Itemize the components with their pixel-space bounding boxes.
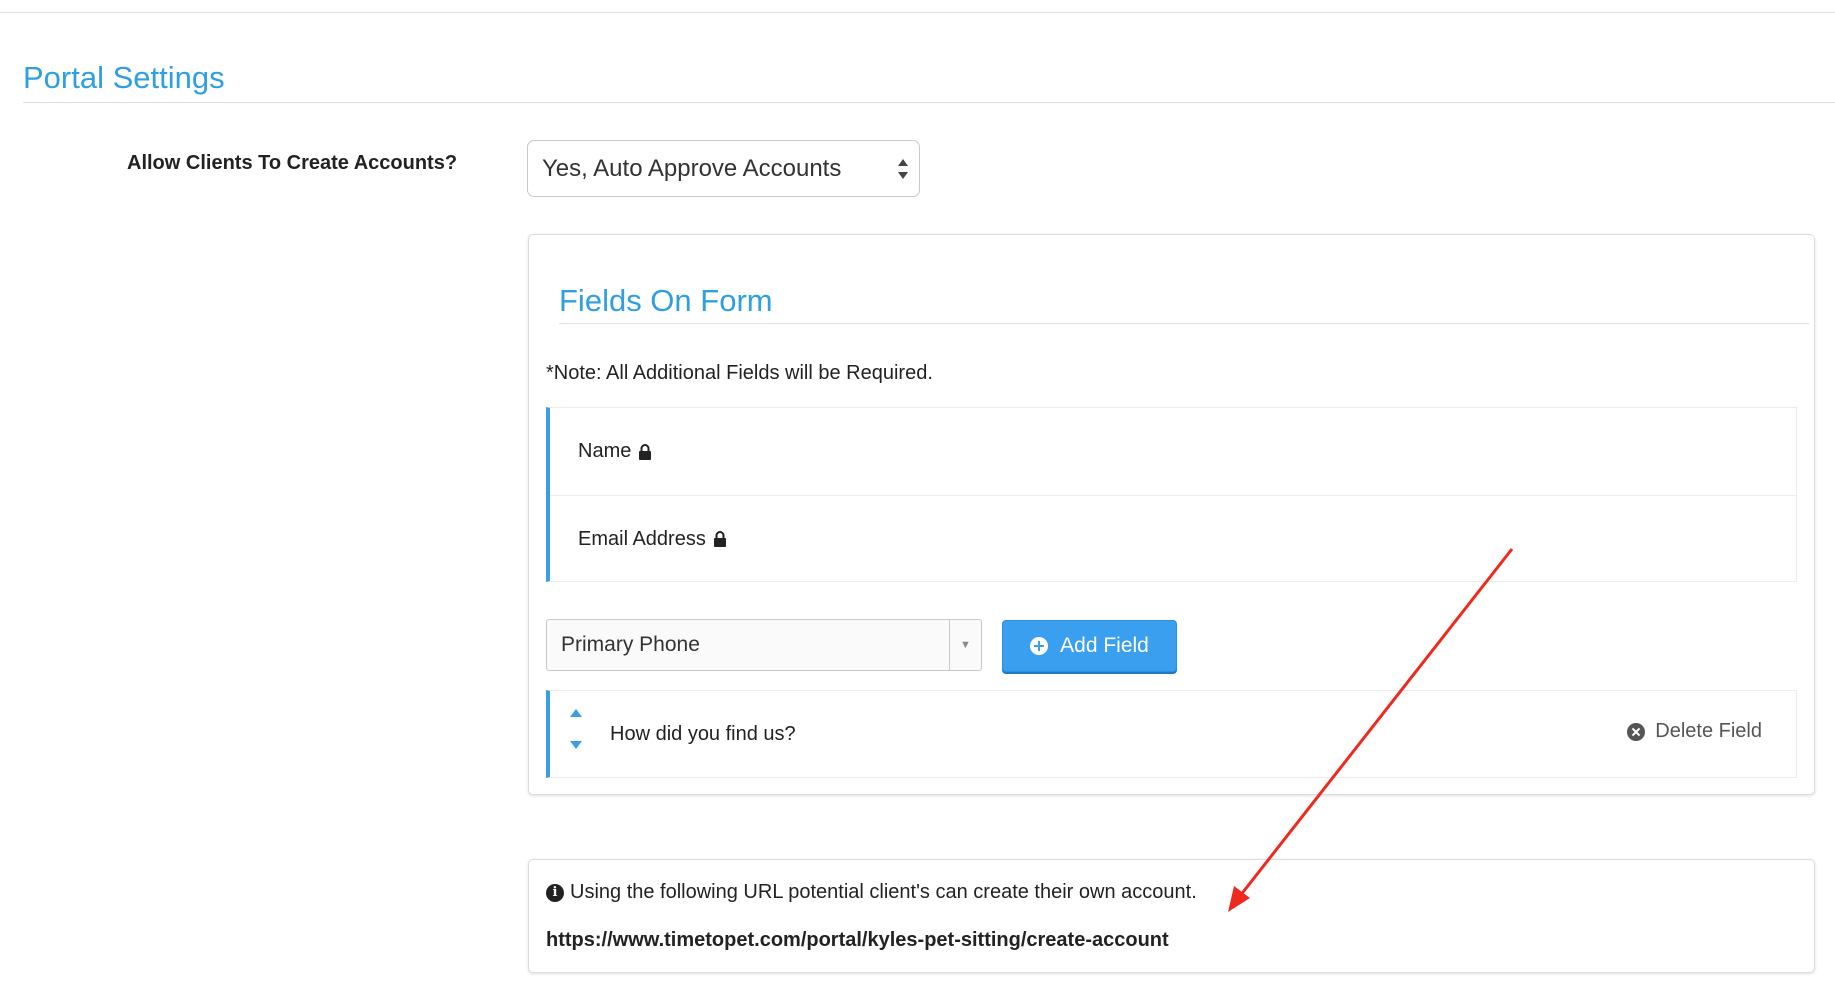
portal-url-panel: i Using the following URL potential clie… [528, 859, 1815, 973]
lock-icon [639, 443, 652, 460]
times-circle-icon [1627, 722, 1646, 741]
top-divider [0, 12, 1835, 13]
required-note: *Note: All Additional Fields will be Req… [546, 362, 933, 384]
locked-field-label: Email Address [578, 527, 706, 550]
info-circle-icon: i [546, 883, 564, 902]
add-field-button-label: Add Field [1060, 634, 1149, 657]
delete-field-button[interactable]: Delete Field [1627, 720, 1762, 743]
locked-field-label: Name [578, 440, 632, 462]
section-divider [23, 102, 1835, 103]
allow-accounts-selected-value: Yes, Auto Approve Accounts [542, 154, 842, 182]
custom-field-row: How did you find us? Delete Field [546, 690, 1797, 778]
select-arrows-icon [898, 159, 908, 179]
fields-panel-title: Fields On Form [559, 283, 773, 318]
delete-field-label: Delete Field [1655, 720, 1762, 742]
add-field-button[interactable]: Add Field [1002, 620, 1177, 672]
lock-icon [713, 531, 726, 547]
portal-url-message: i Using the following URL potential clie… [546, 881, 1197, 904]
locked-field-name: Name [550, 408, 1796, 495]
locked-field-email: Email Address [550, 495, 1796, 582]
move-up-icon[interactable] [570, 709, 582, 717]
section-title: Portal Settings [23, 60, 225, 95]
fields-panel-divider [559, 323, 1809, 324]
allow-accounts-label: Allow Clients To Create Accounts? [127, 152, 458, 174]
move-down-icon[interactable] [570, 741, 582, 749]
portal-url-message-text: Using the following URL potential client… [570, 881, 1197, 903]
add-field-selected-value: Primary Phone [561, 633, 700, 656]
plus-circle-icon [1030, 637, 1049, 655]
locked-fields-list: Name Email Address [546, 407, 1797, 582]
add-field-select[interactable]: Primary Phone ▼ [546, 619, 982, 671]
portal-url[interactable]: https://www.timetopet.com/portal/kyles-p… [546, 929, 1169, 952]
custom-field-label: How did you find us? [610, 723, 796, 745]
caret-down-icon[interactable]: ▼ [949, 620, 981, 670]
fields-on-form-panel: Fields On Form *Note: All Additional Fie… [528, 234, 1815, 795]
allow-accounts-select[interactable]: Yes, Auto Approve Accounts [527, 140, 920, 197]
